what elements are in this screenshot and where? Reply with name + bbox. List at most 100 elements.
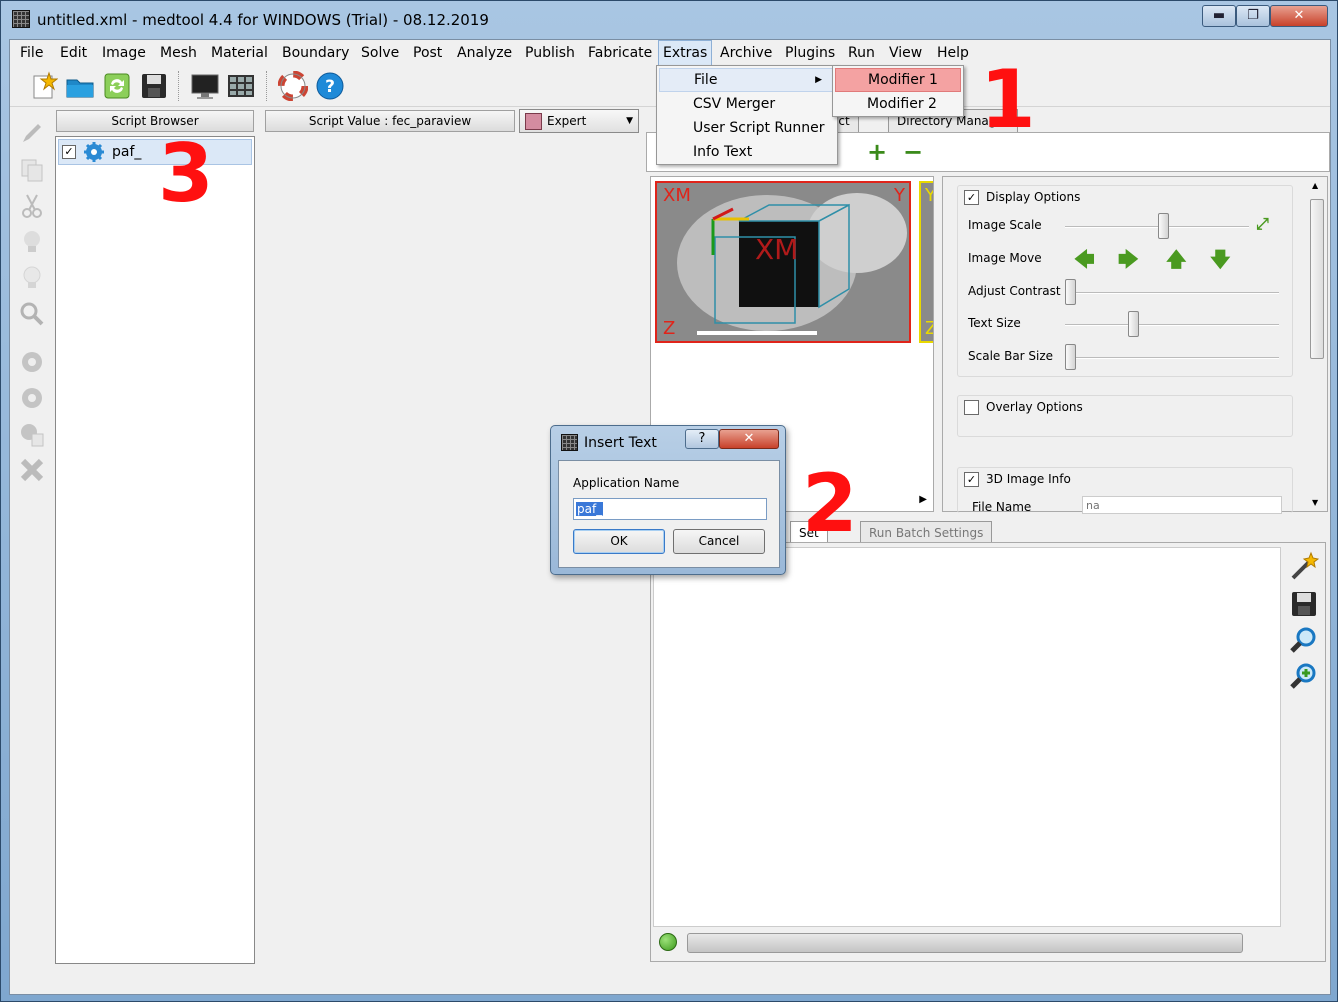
scroll-right-arrow[interactable]: ▶ [919, 494, 927, 505]
view-label-xm: XM [663, 185, 691, 206]
script-value-header[interactable]: Script Value : fec_paraview [265, 110, 515, 132]
image-scale-slider[interactable] [1158, 213, 1170, 239]
image-scale-label: Image Scale [968, 218, 1042, 232]
submenu-modifier-1[interactable]: Modifier 1 [835, 68, 961, 92]
extras-menu-file[interactable]: File ▶ [659, 68, 835, 92]
dialog-help-button[interactable]: ? [685, 429, 719, 449]
scroll-down-arrow[interactable]: ▼ [1312, 498, 1318, 507]
script-browser-header[interactable]: Script Browser [56, 110, 254, 132]
question-help-icon[interactable]: ? [315, 71, 345, 101]
adjust-contrast-label: Adjust Contrast [968, 284, 1061, 298]
menu-boundary[interactable]: Boundary [278, 40, 353, 66]
overlay-options-label: Overlay Options [986, 400, 1083, 414]
reload-icon[interactable] [102, 71, 132, 101]
add-button[interactable]: + [867, 140, 887, 164]
gear-copy-icon[interactable] [18, 420, 46, 448]
menu-analyze[interactable]: Analyze [453, 40, 516, 66]
minimize-button[interactable]: ▬ [1202, 5, 1236, 27]
lifebuoy-help-icon[interactable] [277, 70, 309, 102]
settings-gear-alt-icon[interactable] [18, 384, 46, 412]
text-size-slider[interactable] [1127, 311, 1139, 337]
text-size-label: Text Size [968, 316, 1021, 330]
dialog-close-button[interactable]: ✕ [719, 429, 779, 449]
menu-publish[interactable]: Publish [521, 40, 579, 66]
menu-post[interactable]: Post [409, 40, 446, 66]
remove-button[interactable]: − [903, 140, 923, 164]
extras-menu-info-text[interactable]: Info Text [659, 140, 835, 164]
application-name-input[interactable]: paf_ [573, 498, 767, 520]
lightbulb-icon[interactable] [18, 228, 46, 256]
application-name-label: Application Name [573, 476, 680, 490]
settings-gear-icon[interactable] [18, 348, 46, 376]
menu-edit[interactable]: Edit [56, 40, 91, 66]
toolbar-separator [178, 71, 180, 101]
scale-bar-size-track [1065, 357, 1279, 359]
delete-x-icon[interactable] [18, 456, 46, 484]
tree-item-checkbox[interactable]: ✓ [62, 145, 76, 159]
new-script-icon[interactable] [28, 71, 59, 101]
menu-material[interactable]: Material [207, 40, 272, 66]
arrow-right-icon[interactable]: 🡆 [1118, 245, 1139, 279]
annotation-1: 1 [980, 53, 1036, 146]
title-bar[interactable]: untitled.xml - medtool 4.4 for WINDOWS (… [1, 1, 1337, 39]
maximize-button[interactable]: ❐ [1236, 5, 1270, 27]
application-name-value: paf_ [576, 502, 604, 516]
overlay-options-checkbox[interactable] [964, 400, 979, 415]
bottom-panel [650, 542, 1326, 962]
menu-help[interactable]: Help [933, 40, 973, 66]
menu-archive[interactable]: Archive [716, 40, 776, 66]
open-folder-icon[interactable] [65, 71, 95, 101]
menu-run[interactable]: Run [844, 40, 879, 66]
display-options-checkbox[interactable]: ✓ [964, 190, 979, 205]
options-scrollbar[interactable]: ▲ ▼ [1309, 179, 1325, 509]
menu-solve[interactable]: Solve [357, 40, 403, 66]
menu-fabricate[interactable]: Fabricate [584, 40, 656, 66]
menu-image[interactable]: Image [98, 40, 150, 66]
scroll-up-arrow[interactable]: ▲ [1312, 181, 1318, 190]
search-icon[interactable] [1289, 625, 1319, 655]
viewport-3d[interactable]: XM Y Z XM [655, 181, 911, 343]
pencil-icon[interactable] [18, 120, 46, 148]
image-info-checkbox[interactable]: ✓ [964, 472, 979, 487]
extras-menu-csv-merger[interactable]: CSV Merger [659, 92, 835, 116]
cancel-button[interactable]: Cancel [673, 529, 765, 554]
menu-extras[interactable]: Extras [658, 40, 713, 66]
scrollbar-thumb[interactable] [1310, 199, 1324, 359]
view-label-y: Y [894, 185, 905, 206]
expand-icon[interactable]: ⤢ [1256, 214, 1269, 234]
dialog-body: Application Name paf_ OK Cancel [558, 460, 780, 568]
tree-item[interactable]: ✓ paf_ [58, 139, 252, 165]
menu-plugins[interactable]: Plugins [781, 40, 839, 66]
mode-select[interactable]: Expert ▼ [519, 109, 639, 133]
adjust-contrast-slider[interactable] [1065, 279, 1076, 305]
copy-icon[interactable] [18, 156, 46, 184]
scissors-icon[interactable] [18, 192, 46, 220]
menu-mesh[interactable]: Mesh [156, 40, 201, 66]
tab-run-batch-settings[interactable]: Run Batch Settings [860, 521, 993, 544]
menu-file[interactable]: File [16, 40, 47, 66]
monitor-icon[interactable] [190, 71, 220, 101]
svg-text:?: ? [325, 77, 335, 97]
save-log-icon[interactable] [1289, 589, 1319, 619]
arrow-left-icon[interactable]: 🡄 [1074, 245, 1095, 279]
ok-button[interactable]: OK [573, 529, 665, 554]
submenu-modifier-2[interactable]: Modifier 2 [835, 92, 961, 116]
scale-bar-size-slider[interactable] [1065, 344, 1076, 370]
zoom-in-icon[interactable] [1289, 661, 1319, 691]
menu-view[interactable]: View [885, 40, 926, 66]
extras-menu-user-script-runner[interactable]: User Script Runner [659, 116, 835, 140]
log-area[interactable] [653, 547, 1281, 927]
view2-label-y: Y [925, 185, 933, 206]
lightbulb-off-icon[interactable] [18, 264, 46, 292]
save-icon[interactable] [139, 71, 169, 101]
file-name-field[interactable] [1082, 496, 1282, 514]
arrow-up-icon[interactable]: 🡅 [1166, 245, 1187, 279]
arrow-down-icon[interactable]: 🡇 [1210, 245, 1231, 279]
search-edit-icon[interactable] [18, 300, 46, 328]
magic-wand-icon[interactable] [1289, 551, 1320, 581]
close-button[interactable]: ✕ [1270, 5, 1328, 27]
image-info-label: 3D Image Info [986, 472, 1071, 486]
viewport-secondary[interactable]: Y Z [919, 181, 933, 343]
grid-view-icon[interactable] [226, 71, 256, 101]
image-move-label: Image Move [968, 251, 1042, 265]
